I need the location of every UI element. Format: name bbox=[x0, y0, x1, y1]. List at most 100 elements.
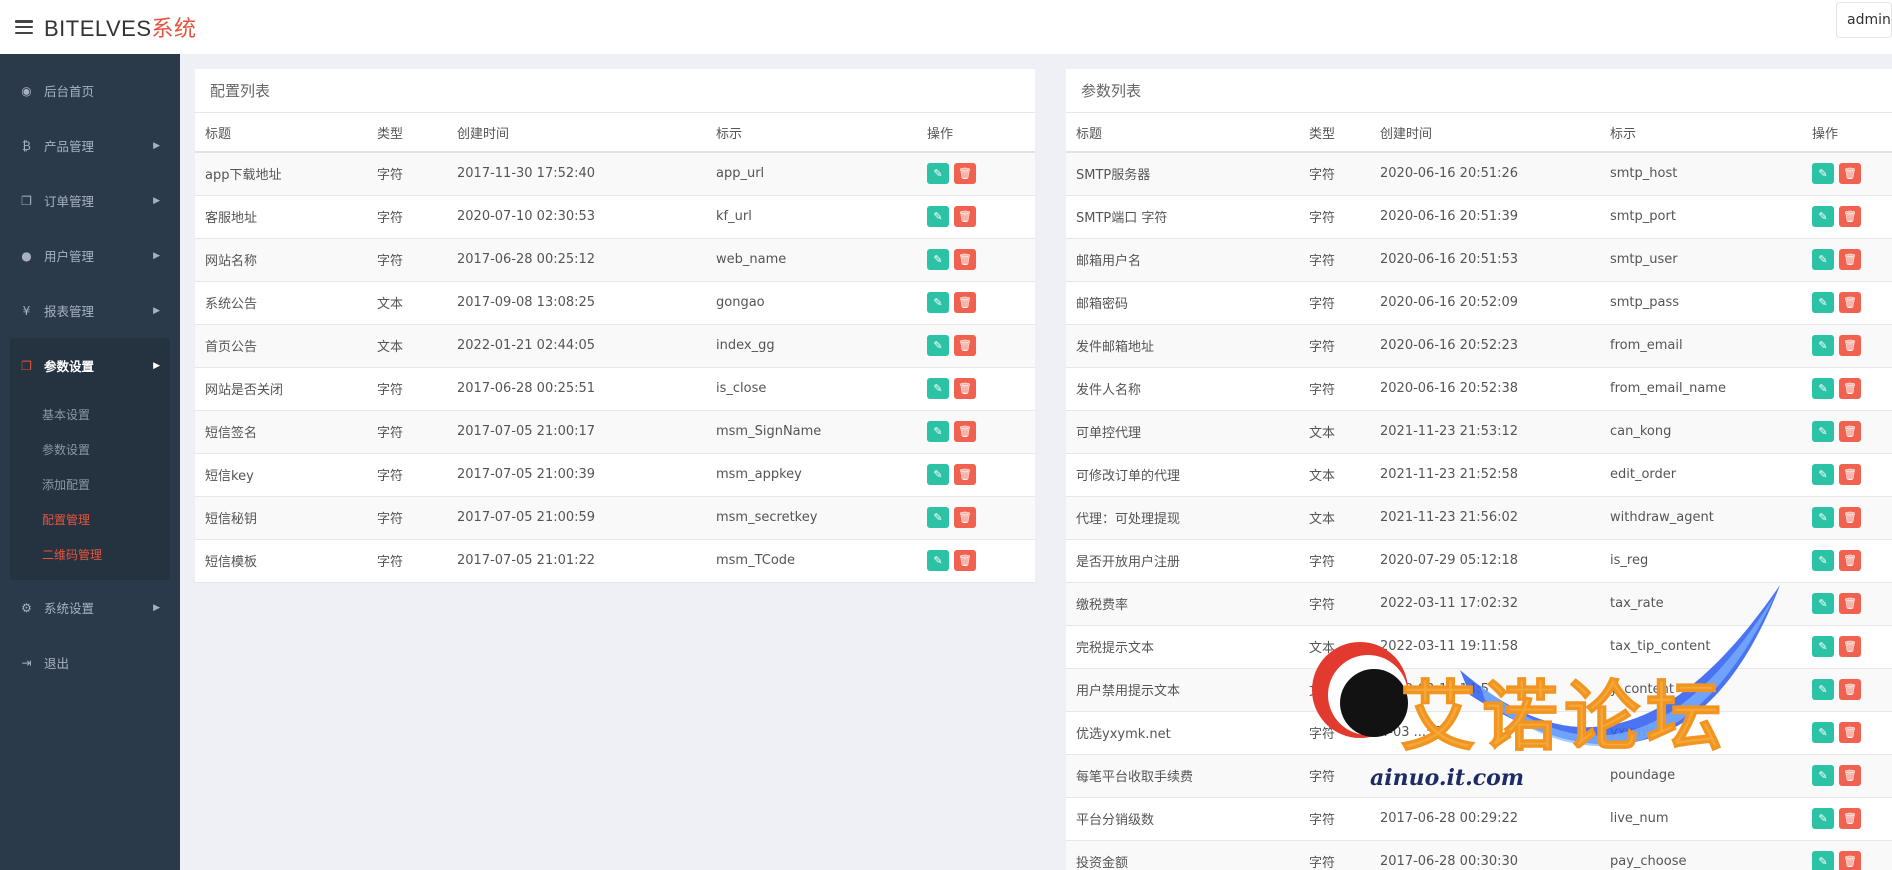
row-actions: ✎ 🗑 bbox=[927, 507, 1035, 528]
submenu-item-1[interactable]: 参数设置 bbox=[10, 432, 170, 467]
edit-button[interactable]: ✎ bbox=[1812, 507, 1834, 528]
hamburger-menu-icon[interactable] bbox=[15, 20, 33, 34]
submenu-item-2[interactable]: 添加配置 bbox=[10, 467, 170, 502]
column-header[interactable]: 标示 bbox=[706, 113, 917, 153]
edit-button[interactable]: ✎ bbox=[1812, 550, 1834, 571]
delete-button[interactable]: 🗑 bbox=[1839, 421, 1861, 442]
sidebar-item-0[interactable]: ◉ 后台首页 bbox=[0, 63, 180, 118]
delete-button[interactable]: 🗑 bbox=[1839, 464, 1861, 485]
edit-button[interactable]: ✎ bbox=[927, 464, 949, 485]
edit-button[interactable]: ✎ bbox=[1812, 851, 1834, 870]
edit-button[interactable]: ✎ bbox=[1812, 765, 1834, 786]
edit-button[interactable]: ✎ bbox=[927, 507, 949, 528]
pencil-icon: ✎ bbox=[1818, 468, 1828, 481]
sidebar-item-label: 系统设置 bbox=[44, 601, 95, 616]
table-cell: 2020-06-16 20:51:39 bbox=[1370, 195, 1600, 239]
edit-button[interactable]: ✎ bbox=[1812, 378, 1834, 399]
delete-button[interactable]: 🗑 bbox=[1839, 808, 1861, 829]
edit-button[interactable]: ✎ bbox=[1812, 163, 1834, 185]
sidebar-item-7[interactable]: ⇥ 退出 bbox=[0, 635, 180, 690]
column-header[interactable]: 创建时间 bbox=[1370, 113, 1600, 153]
edit-button[interactable]: ✎ bbox=[1812, 722, 1834, 743]
column-header[interactable]: 类型 bbox=[367, 113, 447, 153]
delete-button[interactable]: 🗑 bbox=[954, 550, 976, 571]
delete-button[interactable]: 🗑 bbox=[1839, 722, 1861, 743]
column-header[interactable]: 创建时间 bbox=[447, 113, 706, 153]
table-cell: 发件邮箱地址 bbox=[1066, 324, 1299, 368]
delete-button[interactable]: 🗑 bbox=[954, 292, 976, 313]
column-header[interactable]: 类型 bbox=[1299, 113, 1370, 153]
table-cell: 发件人名称 bbox=[1066, 367, 1299, 411]
table-row: 系统公告 文本 2017-09-08 13:08:25 gongao ✎ 🗑 bbox=[195, 281, 1035, 325]
column-header[interactable]: 标题 bbox=[195, 113, 367, 153]
edit-button[interactable]: ✎ bbox=[1812, 249, 1834, 270]
edit-button[interactable]: ✎ bbox=[927, 206, 949, 227]
delete-button[interactable]: 🗑 bbox=[954, 421, 976, 442]
delete-button[interactable]: 🗑 bbox=[1839, 335, 1861, 356]
delete-button[interactable]: 🗑 bbox=[1839, 550, 1861, 571]
sidebar-item-6[interactable]: ⚙ 系统设置 ▶ bbox=[0, 580, 180, 635]
edit-button[interactable]: ✎ bbox=[927, 550, 949, 571]
column-header[interactable]: 标示 bbox=[1600, 113, 1802, 153]
delete-button[interactable]: 🗑 bbox=[1839, 636, 1861, 657]
delete-button[interactable]: 🗑 bbox=[1839, 378, 1861, 399]
delete-button[interactable]: 🗑 bbox=[1839, 163, 1861, 185]
edit-button[interactable]: ✎ bbox=[1812, 421, 1834, 442]
column-header[interactable]: 标题 bbox=[1066, 113, 1299, 153]
delete-button[interactable]: 🗑 bbox=[954, 507, 976, 528]
edit-button[interactable]: ✎ bbox=[1812, 206, 1834, 227]
edit-button[interactable]: ✎ bbox=[927, 378, 949, 399]
delete-button[interactable]: 🗑 bbox=[1839, 249, 1861, 270]
sidebar-item-5[interactable]: ❐ 参数设置 ▶ bbox=[10, 338, 170, 393]
delete-button[interactable]: 🗑 bbox=[1839, 507, 1861, 528]
sidebar-item-2[interactable]: ❐ 订单管理 ▶ bbox=[0, 173, 180, 228]
delete-button[interactable]: 🗑 bbox=[1839, 679, 1861, 700]
delete-button[interactable]: 🗑 bbox=[1839, 206, 1861, 227]
delete-button[interactable]: 🗑 bbox=[1839, 765, 1861, 786]
actions-cell: ✎ 🗑 bbox=[1802, 281, 1892, 325]
copy-icon: ❐ bbox=[21, 358, 32, 373]
edit-button[interactable]: ✎ bbox=[1812, 808, 1834, 829]
submenu-item-0[interactable]: 基本设置 bbox=[10, 397, 170, 432]
edit-button[interactable]: ✎ bbox=[1812, 679, 1834, 700]
pencil-icon: ✎ bbox=[1818, 253, 1828, 266]
table-cell: 字符 bbox=[1299, 754, 1370, 798]
sidebar-item-3[interactable]: ● 用户管理 ▶ bbox=[0, 228, 180, 283]
delete-button[interactable]: 🗑 bbox=[954, 249, 976, 270]
sidebar-item-1[interactable]: ₿ 产品管理 ▶ bbox=[0, 118, 180, 173]
edit-button[interactable]: ✎ bbox=[1812, 335, 1834, 356]
column-header[interactable]: 操作 bbox=[917, 113, 1035, 153]
delete-button[interactable]: 🗑 bbox=[954, 163, 976, 185]
edit-button[interactable]: ✎ bbox=[1812, 464, 1834, 485]
edit-button[interactable]: ✎ bbox=[1812, 593, 1834, 614]
edit-button[interactable]: ✎ bbox=[1812, 292, 1834, 313]
delete-button[interactable]: 🗑 bbox=[954, 335, 976, 356]
edit-button[interactable]: ✎ bbox=[927, 421, 949, 442]
edit-button[interactable]: ✎ bbox=[927, 335, 949, 356]
delete-button[interactable]: 🗑 bbox=[1839, 292, 1861, 313]
delete-button[interactable]: 🗑 bbox=[1839, 851, 1861, 870]
table-cell: 字符 bbox=[1299, 281, 1370, 325]
pencil-icon: ✎ bbox=[933, 425, 943, 438]
edit-button[interactable]: ✎ bbox=[927, 249, 949, 270]
sidebar-item-4[interactable]: ¥ 报表管理 ▶ bbox=[0, 283, 180, 338]
delete-button[interactable]: 🗑 bbox=[954, 378, 976, 399]
table-cell: smtp_port bbox=[1600, 195, 1802, 239]
actions-cell: ✎ 🗑 bbox=[917, 152, 1035, 196]
submenu-item-3[interactable]: 配置管理 bbox=[10, 502, 170, 537]
column-header[interactable]: 操作 bbox=[1802, 113, 1892, 153]
edit-button[interactable]: ✎ bbox=[1812, 636, 1834, 657]
table-cell: 可单控代理 bbox=[1066, 410, 1299, 454]
table-cell: 2017-06-28 00:25:12 bbox=[447, 238, 706, 282]
table-cell: kf_url bbox=[706, 195, 917, 239]
submenu-item-4[interactable]: 二维码管理 bbox=[10, 537, 170, 572]
brand-logo[interactable]: BITELVES系统 bbox=[44, 11, 197, 43]
delete-button[interactable]: 🗑 bbox=[954, 464, 976, 485]
delete-button[interactable]: 🗑 bbox=[954, 206, 976, 227]
edit-button[interactable]: ✎ bbox=[927, 292, 949, 313]
table-cell: 2020-06-16 20:52:38 bbox=[1370, 367, 1600, 411]
user-dropdown[interactable]: admin▾ bbox=[1836, 2, 1892, 38]
row-actions: ✎ 🗑 bbox=[1812, 335, 1892, 356]
delete-button[interactable]: 🗑 bbox=[1839, 593, 1861, 614]
edit-button[interactable]: ✎ bbox=[927, 163, 949, 185]
